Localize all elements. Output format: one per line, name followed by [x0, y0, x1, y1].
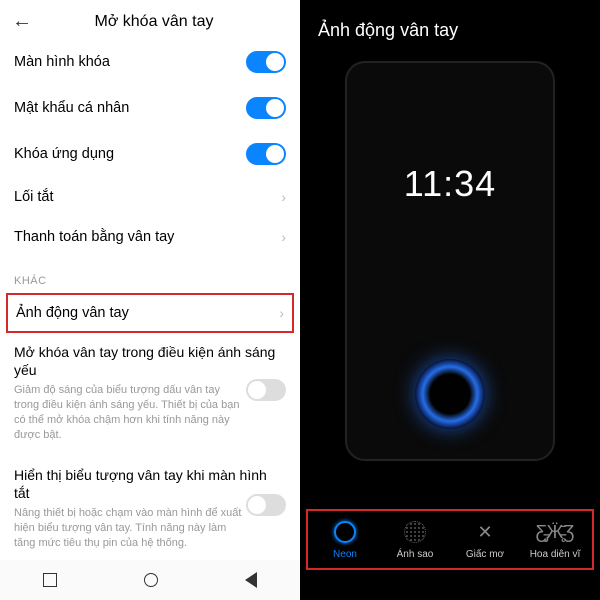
- row-payment[interactable]: Thanh toán bằng vân tay ›: [0, 217, 300, 257]
- option-label: Ánh sao: [380, 549, 450, 560]
- row-desc: Nâng thiết bị hoặc chạm vào màn hình để …: [14, 506, 286, 551]
- clock-display: 11:34: [347, 163, 553, 205]
- page-title: Mở khóa vân tay: [40, 13, 268, 31]
- option-iris[interactable]: Ƹ̵̡Ӝ̵̨̄Ʒ Hoa diên vĩ: [520, 519, 590, 560]
- back-nav-icon[interactable]: [245, 572, 257, 588]
- home-icon[interactable]: [144, 573, 158, 587]
- row-desc: Giảm độ sáng của biểu tượng dấu vân tay …: [14, 383, 286, 442]
- screenshot-pair: ← Mở khóa vân tay Màn hình khóa Mật khẩu…: [0, 0, 600, 600]
- option-label: Hoa diên vĩ: [520, 549, 590, 560]
- chevron-right-icon: ›: [281, 229, 286, 245]
- row-title: Hiển thị biểu tượng vân tay khi màn hình…: [14, 466, 286, 502]
- star-icon: [404, 521, 426, 543]
- option-dream[interactable]: ✕ Giấc mơ: [450, 519, 520, 560]
- row-label: Thanh toán bằng vân tay: [14, 229, 174, 245]
- animation-options: Neon Ánh sao ✕ Giấc mơ Ƹ̵̡Ӝ̵̨̄Ʒ Hoa diên…: [306, 509, 594, 570]
- back-icon[interactable]: ←: [12, 10, 32, 33]
- recent-apps-icon[interactable]: [43, 573, 57, 587]
- header: ← Mở khóa vân tay: [0, 0, 300, 39]
- row-applock[interactable]: Khóa ứng dụng: [0, 131, 300, 177]
- toggle-off[interactable]: [246, 379, 286, 401]
- row-password[interactable]: Mật khẩu cá nhân: [0, 85, 300, 131]
- row-title: Mở khóa vân tay trong điều kiện ánh sáng…: [14, 343, 286, 379]
- row-label: Lối tắt: [14, 189, 54, 205]
- animation-picker-screen: Ảnh động vân tay 11:34 Neon Ánh sao ✕ Gi…: [300, 0, 600, 600]
- row-showicon[interactable]: Hiển thị biểu tượng vân tay khi màn hình…: [0, 456, 300, 555]
- divider: [0, 451, 300, 452]
- butterfly-icon: Ƹ̵̡Ӝ̵̨̄Ʒ: [542, 519, 568, 545]
- section-label: KHÁC: [0, 257, 300, 293]
- row-shortcut[interactable]: Lối tắt ›: [0, 177, 300, 217]
- page-title: Ảnh động vân tay: [300, 0, 600, 55]
- chevron-right-icon: ›: [279, 305, 284, 321]
- row-label: Khóa ứng dụng: [14, 146, 114, 162]
- row-lockscreen[interactable]: Màn hình khóa: [0, 39, 300, 85]
- phone-preview: 11:34: [345, 61, 555, 461]
- option-starlight[interactable]: Ánh sao: [380, 519, 450, 560]
- toggle-on[interactable]: [246, 143, 286, 165]
- option-label: Neon: [310, 549, 380, 560]
- chevron-right-icon: ›: [281, 189, 286, 205]
- fingerprint-ring-icon: [415, 359, 485, 429]
- row-fingerprint-animation[interactable]: Ảnh động vân tay ›: [6, 293, 294, 333]
- neon-ring-icon: [334, 521, 356, 543]
- row-label: Ảnh động vân tay: [16, 305, 129, 321]
- option-label: Giấc mơ: [450, 549, 520, 560]
- cross-icon: ✕: [472, 519, 498, 545]
- row-lowlight[interactable]: Mở khóa vân tay trong điều kiện ánh sáng…: [0, 333, 300, 447]
- toggle-on[interactable]: [246, 51, 286, 73]
- android-navbar: [0, 560, 300, 600]
- toggle-off[interactable]: [246, 494, 286, 516]
- row-label: Màn hình khóa: [14, 54, 110, 70]
- option-neon[interactable]: Neon: [310, 519, 380, 560]
- settings-screen: ← Mở khóa vân tay Màn hình khóa Mật khẩu…: [0, 0, 300, 600]
- toggle-on[interactable]: [246, 97, 286, 119]
- row-label: Mật khẩu cá nhân: [14, 100, 129, 116]
